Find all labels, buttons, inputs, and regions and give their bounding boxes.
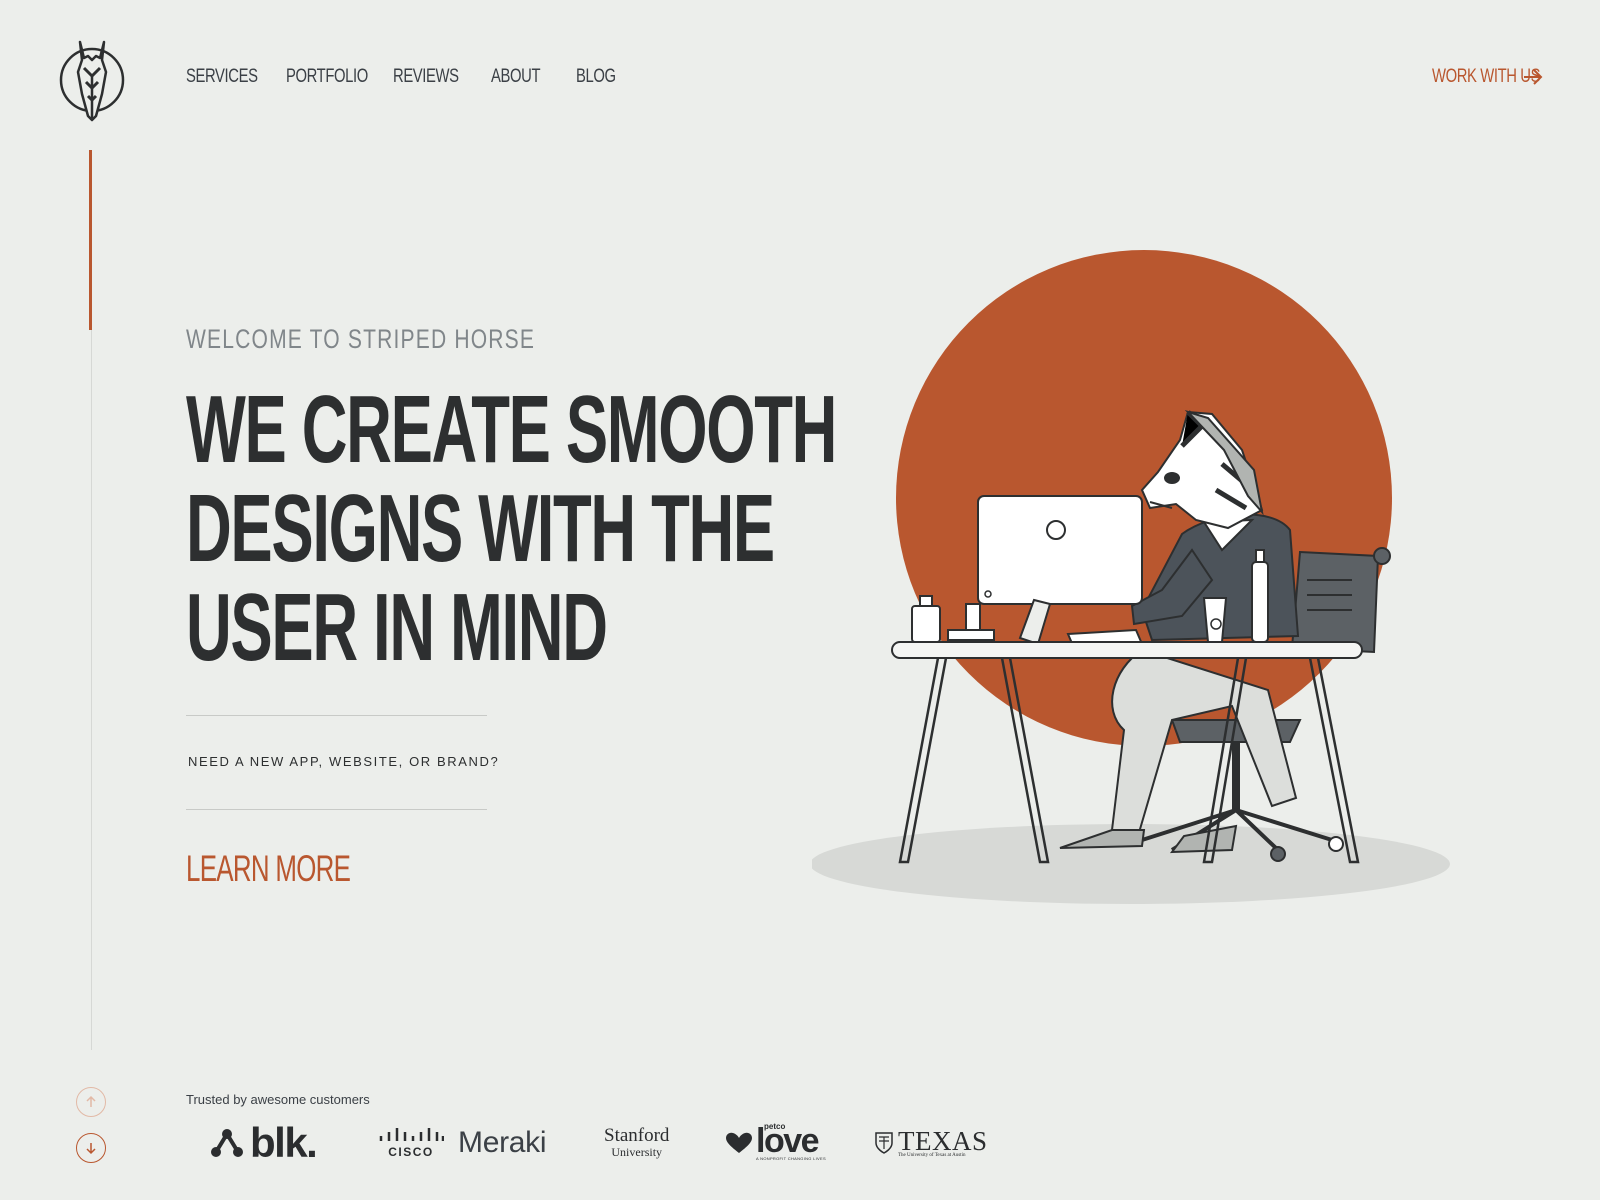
headline-line: WE CREATE SMOOTH — [186, 376, 837, 483]
arrow-up-icon — [86, 1095, 96, 1107]
hero-eyebrow: WELCOME TO STRIPED HORSE — [186, 324, 536, 354]
cisco-bars-icon — [379, 1128, 444, 1141]
nav-services[interactable]: SERVICES — [186, 66, 258, 88]
work-with-us-label: WORK WITH US — [1432, 66, 1541, 87]
arrow-down-icon — [86, 1143, 96, 1155]
client-logo-petco-love: petco love A NONPROFIT CHANGING LIVES — [726, 1118, 826, 1168]
hero-headline: WE CREATE SMOOTH DESIGNS WITH THE USER I… — [186, 376, 837, 681]
nav-reviews[interactable]: REVIEWS — [393, 66, 459, 88]
cisco-wordmark: CISCO — [388, 1145, 434, 1159]
scroll-up-button[interactable] — [76, 1087, 106, 1117]
client-logos: blk. CISCO Meraki Stanford University pe… — [186, 1118, 1006, 1178]
hero-question: NEED A NEW APP, WEBSITE, OR BRAND? — [188, 754, 500, 769]
divider — [186, 809, 487, 810]
headline-line: USER IN MIND — [186, 574, 608, 681]
divider — [186, 715, 487, 716]
blk-wordmark: blk. — [250, 1119, 318, 1166]
striped-horse-logo[interactable] — [58, 38, 126, 122]
texas-wordmark: TEXAS — [898, 1125, 988, 1156]
ut-shield-icon — [875, 1132, 893, 1154]
blk-mark-icon — [211, 1129, 243, 1157]
stanford-wordmark: Stanford — [604, 1124, 670, 1146]
stanford-subtitle: University — [611, 1144, 663, 1159]
heart-icon — [726, 1132, 752, 1153]
client-logo-blk: blk. — [210, 1118, 318, 1168]
client-logo-stanford: Stanford University — [604, 1118, 669, 1168]
texas-subtitle: The University of Texas at Austin — [898, 1152, 966, 1158]
work-with-us-button[interactable]: WORK WITH US — [1432, 66, 1544, 88]
nav-portfolio[interactable]: PORTFOLIO — [286, 66, 368, 88]
clients-heading: Trusted by awesome customers — [186, 1092, 370, 1107]
learn-more-link[interactable]: LEARN MORE — [186, 848, 351, 890]
petco-wordmark: petco — [764, 1121, 786, 1131]
petco-love-tagline: A NONPROFIT CHANGING LIVES — [756, 1155, 826, 1161]
scroll-down-button[interactable] — [76, 1133, 106, 1163]
section-progress-indicator — [89, 150, 92, 330]
client-logo-meraki: CISCO Meraki — [378, 1118, 547, 1168]
headline-line: DESIGNS WITH THE — [186, 475, 775, 582]
meraki-wordmark: Meraki — [458, 1126, 547, 1159]
client-logo-texas: TEXAS The University of Texas at Austin — [874, 1118, 988, 1168]
nav-blog[interactable]: BLOG — [576, 66, 616, 88]
nav-about[interactable]: ABOUT — [491, 66, 540, 88]
zebra-at-desk-illustration — [810, 250, 1462, 910]
